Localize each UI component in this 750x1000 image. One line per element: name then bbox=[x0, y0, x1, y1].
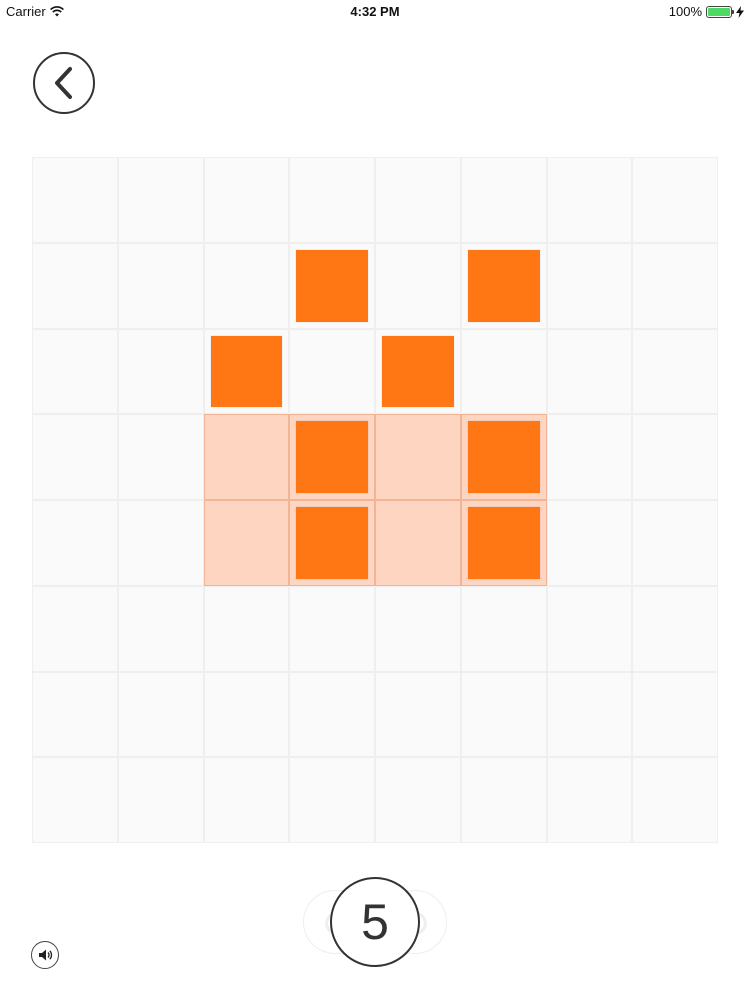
grid-cell[interactable] bbox=[632, 242, 718, 329]
speaker-icon bbox=[39, 949, 53, 961]
battery-percent: 100% bbox=[668, 4, 702, 19]
grid-cell[interactable] bbox=[289, 671, 375, 758]
grid-cell[interactable] bbox=[546, 500, 633, 586]
target-cell[interactable] bbox=[203, 414, 290, 500]
orange-block[interactable] bbox=[382, 335, 454, 408]
orange-block[interactable] bbox=[467, 421, 540, 493]
grid-cell[interactable] bbox=[546, 414, 633, 500]
grid-cell[interactable] bbox=[32, 242, 118, 329]
grid-cell[interactable] bbox=[117, 242, 204, 329]
target-cell[interactable] bbox=[460, 414, 547, 500]
grid-cell[interactable] bbox=[546, 157, 633, 243]
orange-block[interactable] bbox=[296, 249, 368, 322]
chevron-left-icon bbox=[55, 67, 72, 99]
grid-cell[interactable] bbox=[375, 671, 461, 758]
grid-cell[interactable] bbox=[460, 671, 547, 758]
status-bar: Carrier 4:32 PM 100% bbox=[0, 0, 750, 22]
grid-cell[interactable] bbox=[203, 671, 290, 758]
grid-cell[interactable] bbox=[32, 500, 118, 586]
grid-cell[interactable] bbox=[117, 157, 204, 243]
grid-cell[interactable] bbox=[32, 585, 118, 672]
grid-cell[interactable] bbox=[632, 585, 718, 672]
battery-fill bbox=[708, 7, 730, 16]
grid-cell[interactable] bbox=[117, 757, 204, 843]
grid-cell[interactable] bbox=[117, 671, 204, 758]
orange-block[interactable] bbox=[296, 421, 368, 493]
grid-cell[interactable] bbox=[632, 328, 718, 415]
grid-cell[interactable] bbox=[117, 328, 204, 415]
grid-cell[interactable] bbox=[289, 157, 375, 243]
grid-cell[interactable] bbox=[632, 757, 718, 843]
grid-cell[interactable] bbox=[117, 585, 204, 672]
orange-block[interactable] bbox=[296, 507, 368, 579]
grid-cell[interactable] bbox=[375, 757, 461, 843]
grid-cell[interactable] bbox=[117, 414, 204, 500]
grid-cell[interactable] bbox=[32, 757, 118, 843]
grid-cell[interactable] bbox=[460, 328, 547, 415]
charging-bolt-icon bbox=[736, 5, 744, 18]
grid-cell[interactable] bbox=[546, 328, 633, 415]
target-cell[interactable] bbox=[289, 500, 375, 586]
grid-cell[interactable] bbox=[632, 671, 718, 758]
grid-cell[interactable] bbox=[203, 242, 290, 329]
grid-cell[interactable] bbox=[546, 585, 633, 672]
grid-cell[interactable] bbox=[203, 585, 290, 672]
grid-cell[interactable] bbox=[289, 328, 375, 415]
grid-cell[interactable] bbox=[546, 757, 633, 843]
grid-cell[interactable] bbox=[460, 757, 547, 843]
grid-cell[interactable] bbox=[289, 585, 375, 672]
grid-cell[interactable] bbox=[289, 242, 375, 329]
grid-cell[interactable] bbox=[289, 757, 375, 843]
target-cell[interactable] bbox=[375, 500, 461, 586]
grid-cell[interactable] bbox=[203, 757, 290, 843]
orange-block[interactable] bbox=[467, 507, 540, 579]
grid-cell[interactable] bbox=[546, 242, 633, 329]
grid-cell[interactable] bbox=[460, 157, 547, 243]
grid-cell[interactable] bbox=[632, 157, 718, 243]
target-cell[interactable] bbox=[203, 500, 290, 586]
grid-cell[interactable] bbox=[375, 157, 461, 243]
target-cell[interactable] bbox=[375, 414, 461, 500]
orange-block[interactable] bbox=[467, 249, 540, 322]
grid-cell[interactable] bbox=[32, 671, 118, 758]
grid-cell[interactable] bbox=[460, 585, 547, 672]
grid-cell[interactable] bbox=[632, 414, 718, 500]
grid-cell[interactable] bbox=[546, 671, 633, 758]
grid-cell[interactable] bbox=[632, 500, 718, 586]
orange-block[interactable] bbox=[210, 335, 283, 408]
game-board[interactable] bbox=[32, 157, 718, 843]
target-cell[interactable] bbox=[289, 414, 375, 500]
sound-button[interactable] bbox=[31, 941, 59, 969]
back-button[interactable] bbox=[33, 52, 95, 114]
grid-cell[interactable] bbox=[375, 328, 461, 415]
grid-cell[interactable] bbox=[203, 328, 290, 415]
grid-cell[interactable] bbox=[117, 500, 204, 586]
status-right: 100% bbox=[669, 4, 744, 19]
grid-cell[interactable] bbox=[203, 157, 290, 243]
move-counter: 5 bbox=[330, 877, 420, 967]
grid-cell[interactable] bbox=[32, 328, 118, 415]
target-cell[interactable] bbox=[460, 500, 547, 586]
status-time: 4:32 PM bbox=[350, 4, 400, 19]
game-screen: Carrier 4:32 PM 100% 5 bbox=[0, 0, 750, 1000]
grid-cell[interactable] bbox=[32, 414, 118, 500]
grid-cell[interactable] bbox=[375, 242, 461, 329]
grid-cell[interactable] bbox=[375, 585, 461, 672]
battery-icon bbox=[706, 5, 734, 18]
grid-cell[interactable] bbox=[32, 157, 118, 243]
grid-cell[interactable] bbox=[460, 242, 547, 329]
